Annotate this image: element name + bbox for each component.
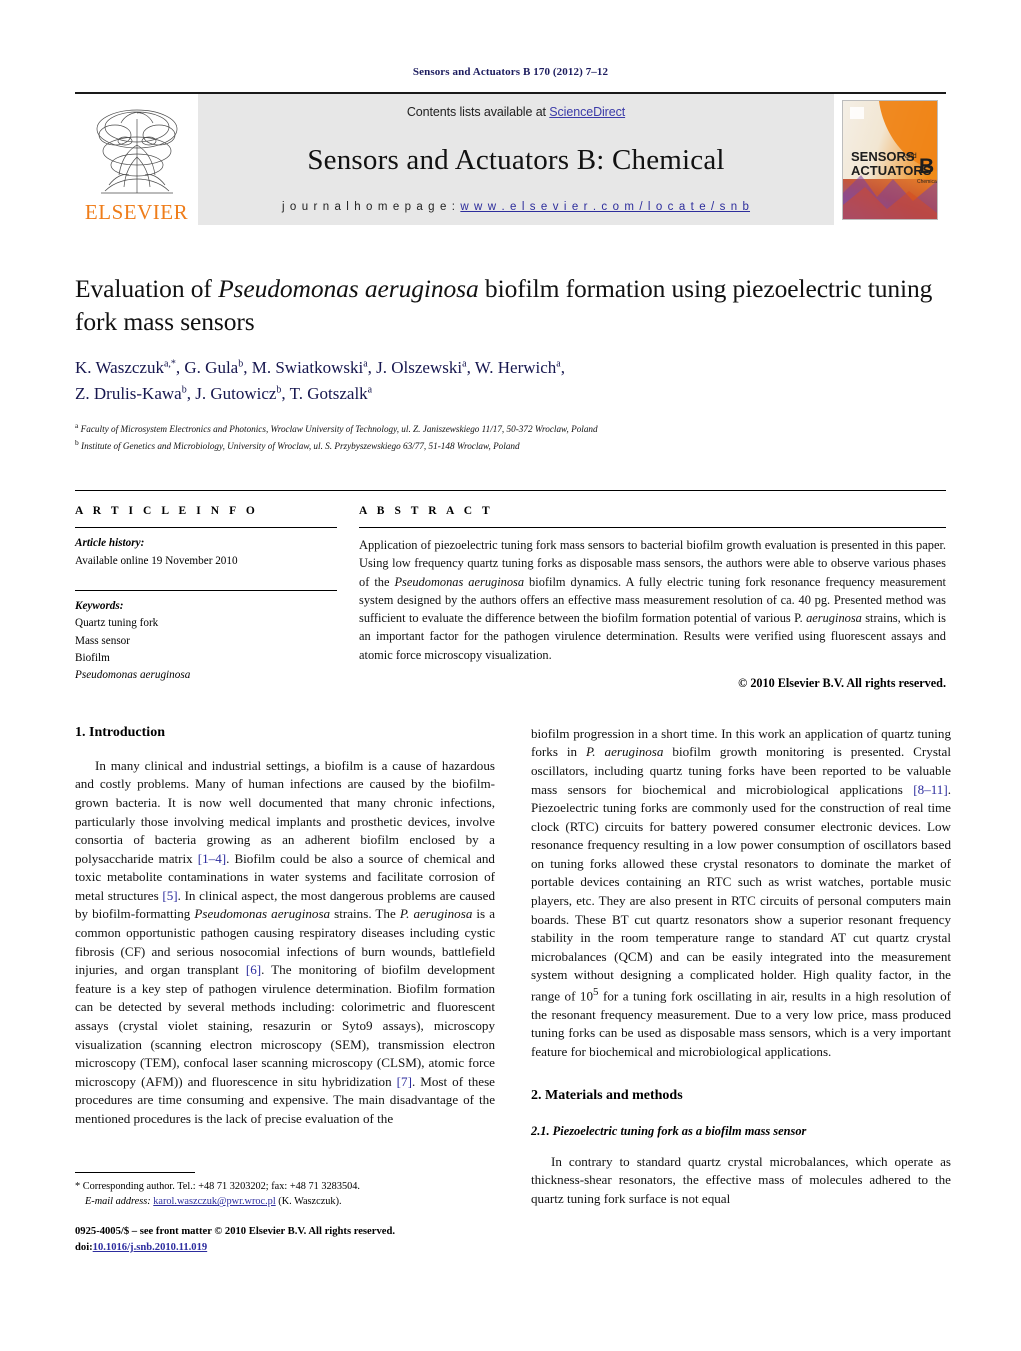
front-matter-line: 0925-4005/$ – see front matter © 2010 El…: [75, 1226, 395, 1237]
citation-ref[interactable]: [7]: [397, 1074, 412, 1089]
text-run: . Piezoelectric tuning forks are commonl…: [531, 781, 951, 1004]
divider: [75, 589, 337, 591]
corresponding-marker: *: [170, 358, 176, 370]
affiliation-marker-a: a: [75, 421, 79, 431]
corresponding-author-line: * Corresponding author. Tel.: +48 71 320…: [75, 1179, 495, 1194]
author-affil-marker: b: [238, 358, 244, 370]
author-affil-marker: a: [363, 358, 368, 370]
section-heading-materials: 2. Materials and methods: [531, 1087, 683, 1103]
journal-cover-thumbnail: SENSORS and ACTUATORS B Chemical: [834, 94, 946, 225]
text-run: . The monitoring of biofilm development …: [75, 962, 495, 1089]
citation-ref[interactable]: [8–11]: [913, 782, 947, 797]
journal-homepage-link[interactable]: w w w . e l s e v i e r . c o m / l o c …: [460, 201, 750, 213]
svg-text:and: and: [905, 153, 917, 160]
abstract-copyright: © 2010 Elsevier B.V. All rights reserved…: [738, 675, 946, 690]
abstract-column: A B S T R A C T Application of piezoelec…: [359, 505, 946, 691]
paragraph-intro: In many clinical and industrial settings…: [75, 757, 495, 1129]
keyword-item: Biofilm: [75, 651, 110, 664]
email-suffix: (K. Waszczuk).: [275, 1196, 342, 1208]
text-run: In many clinical and industrial settings…: [75, 757, 495, 866]
journal-masthead: ELSEVIER Contents lists available at Sci…: [75, 92, 946, 225]
affiliation-b: b Institute of Genetics and Microbiology…: [75, 437, 946, 454]
author-affil-marker: a: [367, 384, 373, 396]
elsevier-logo: ELSEVIER: [75, 94, 198, 225]
title-pre: Evaluation of: [75, 274, 219, 303]
author-affil-marker: a: [556, 358, 561, 370]
keyword-item: Mass sensor: [75, 634, 131, 647]
keywords-group: Keywords: Quartz tuning fork Mass sensor…: [75, 583, 337, 685]
body-right-column: biofilm progression in a short time. In …: [531, 725, 951, 1209]
contents-prefix: Contents lists available at: [406, 105, 550, 119]
body-left-column: 1. Introduction In many clinical and ind…: [75, 725, 495, 1209]
affiliation-marker-b: b: [75, 438, 79, 448]
abstract-text: Application of piezoelectric tuning fork…: [359, 528, 946, 664]
article-info-heading: A R T I C L E I N F O: [75, 505, 259, 518]
abstract-heading: A B S T R A C T: [359, 505, 494, 518]
title-block: Evaluation of Pseudomonas aeruginosa bio…: [75, 273, 946, 454]
article-history-group: Article history: Available online 19 Nov…: [75, 528, 337, 570]
page-title: Evaluation of Pseudomonas aeruginosa bio…: [75, 273, 946, 338]
email-label: E-mail address:: [85, 1196, 151, 1208]
affiliation-list: a Faculty of Microsystem Electronics and…: [75, 420, 946, 454]
article-info-column: A R T I C L E I N F O Article history: A…: [75, 505, 337, 691]
article-history-value: Available online 19 November 2010: [75, 554, 238, 567]
page-footer: 0925-4005/$ – see front matter © 2010 El…: [75, 1224, 575, 1256]
species-name: P. aeruginosa: [399, 906, 473, 922]
journal-title: Sensors and Actuators B: Chemical: [307, 143, 725, 176]
paragraph-intro-continued: biofilm progression in a short time. In …: [531, 725, 951, 1062]
citation-ref[interactable]: [1–4]: [198, 851, 226, 866]
text-run: strains. The: [330, 906, 400, 922]
body-columns: 1. Introduction In many clinical and ind…: [75, 725, 951, 1209]
subsection-heading-2-1: 2.1. Piezoelectric tuning fork as a biof…: [531, 1123, 807, 1138]
elsevier-tree-icon: [96, 109, 177, 194]
species-name: Pseudomonas aeruginosa: [194, 906, 331, 922]
running-head: Sensors and Actuators B 170 (2012) 7–12: [412, 66, 609, 78]
citation-ref[interactable]: [5]: [162, 888, 177, 903]
affiliation-a: a Faculty of Microsystem Electronics and…: [75, 420, 946, 437]
cover-image: SENSORS and ACTUATORS B Chemical: [843, 100, 937, 219]
text-run: for a tuning fork oscillating in air, re…: [531, 988, 951, 1060]
keyword-item: Quartz tuning fork: [75, 617, 159, 630]
email-link[interactable]: karol.waszczuk@pwr.wroc.pl: [153, 1196, 275, 1207]
paper-page: Sensors and Actuators B 170 (2012) 7–12: [0, 0, 1021, 1351]
journal-band: Contents lists available at ScienceDirec…: [198, 94, 834, 225]
corresponding-author-footnote: * Corresponding author. Tel.: +48 71 320…: [75, 1172, 495, 1210]
journal-homepage-line: j o u r n a l h o m e p a g e : w w w . …: [282, 201, 750, 213]
author-affil-marker: b: [181, 384, 187, 396]
author-affil-marker: a,: [163, 358, 171, 370]
keyword-item: Pseudomonas aeruginosa: [75, 669, 191, 682]
svg-text:B: B: [919, 155, 934, 178]
doi-link[interactable]: 10.1016/j.snb.2010.11.019: [93, 1242, 208, 1253]
contents-available-line: Contents lists available at ScienceDirec…: [407, 105, 625, 119]
svg-text:Chemical: Chemical: [917, 179, 937, 185]
doi-line: doi:10.1016/j.snb.2010.11.019: [75, 1240, 575, 1256]
citation-ref[interactable]: [6]: [246, 962, 261, 977]
author-list: K. Waszczuka,*, G. Gulab, M. Swiatkowski…: [75, 358, 565, 403]
affiliation-b-text: Institute of Genetics and Microbiology, …: [81, 441, 520, 452]
section-heading-introduction: 1. Introduction: [75, 724, 165, 740]
title-species: Pseudomonas aeruginosa: [218, 274, 479, 303]
doi-label: doi:: [75, 1241, 93, 1253]
email-line: E-mail address: karol.waszczuk@pwr.wroc.…: [75, 1194, 495, 1209]
keywords-label: Keywords:: [75, 599, 124, 612]
sciencedirect-link[interactable]: ScienceDirect: [549, 105, 625, 119]
elsevier-wordmark: ELSEVIER: [84, 200, 189, 224]
cover-artwork: SENSORS and ACTUATORS B Chemical: [842, 99, 938, 220]
author-affil-marker: b: [276, 384, 282, 396]
corresponding-author-text: Corresponding author. Tel.: +48 71 32032…: [80, 1181, 360, 1192]
article-history-label: Article history:: [75, 537, 145, 550]
info-abstract-region: A R T I C L E I N F O Article history: A…: [75, 490, 946, 691]
footnote-divider: [75, 1172, 195, 1173]
species-name: P. aeruginosa: [586, 744, 664, 760]
abstract-species-2: aeruginosa: [806, 611, 862, 626]
author-affil-marker: a: [462, 358, 467, 370]
abstract-species-1: Pseudomonas aeruginosa: [394, 574, 525, 589]
affiliation-a-text: Faculty of Microsystem Electronics and P…: [80, 424, 598, 435]
homepage-prefix: j o u r n a l h o m e p a g e :: [281, 201, 461, 213]
paragraph-2-1: In contrary to standard quartz crystal m…: [531, 1153, 951, 1206]
